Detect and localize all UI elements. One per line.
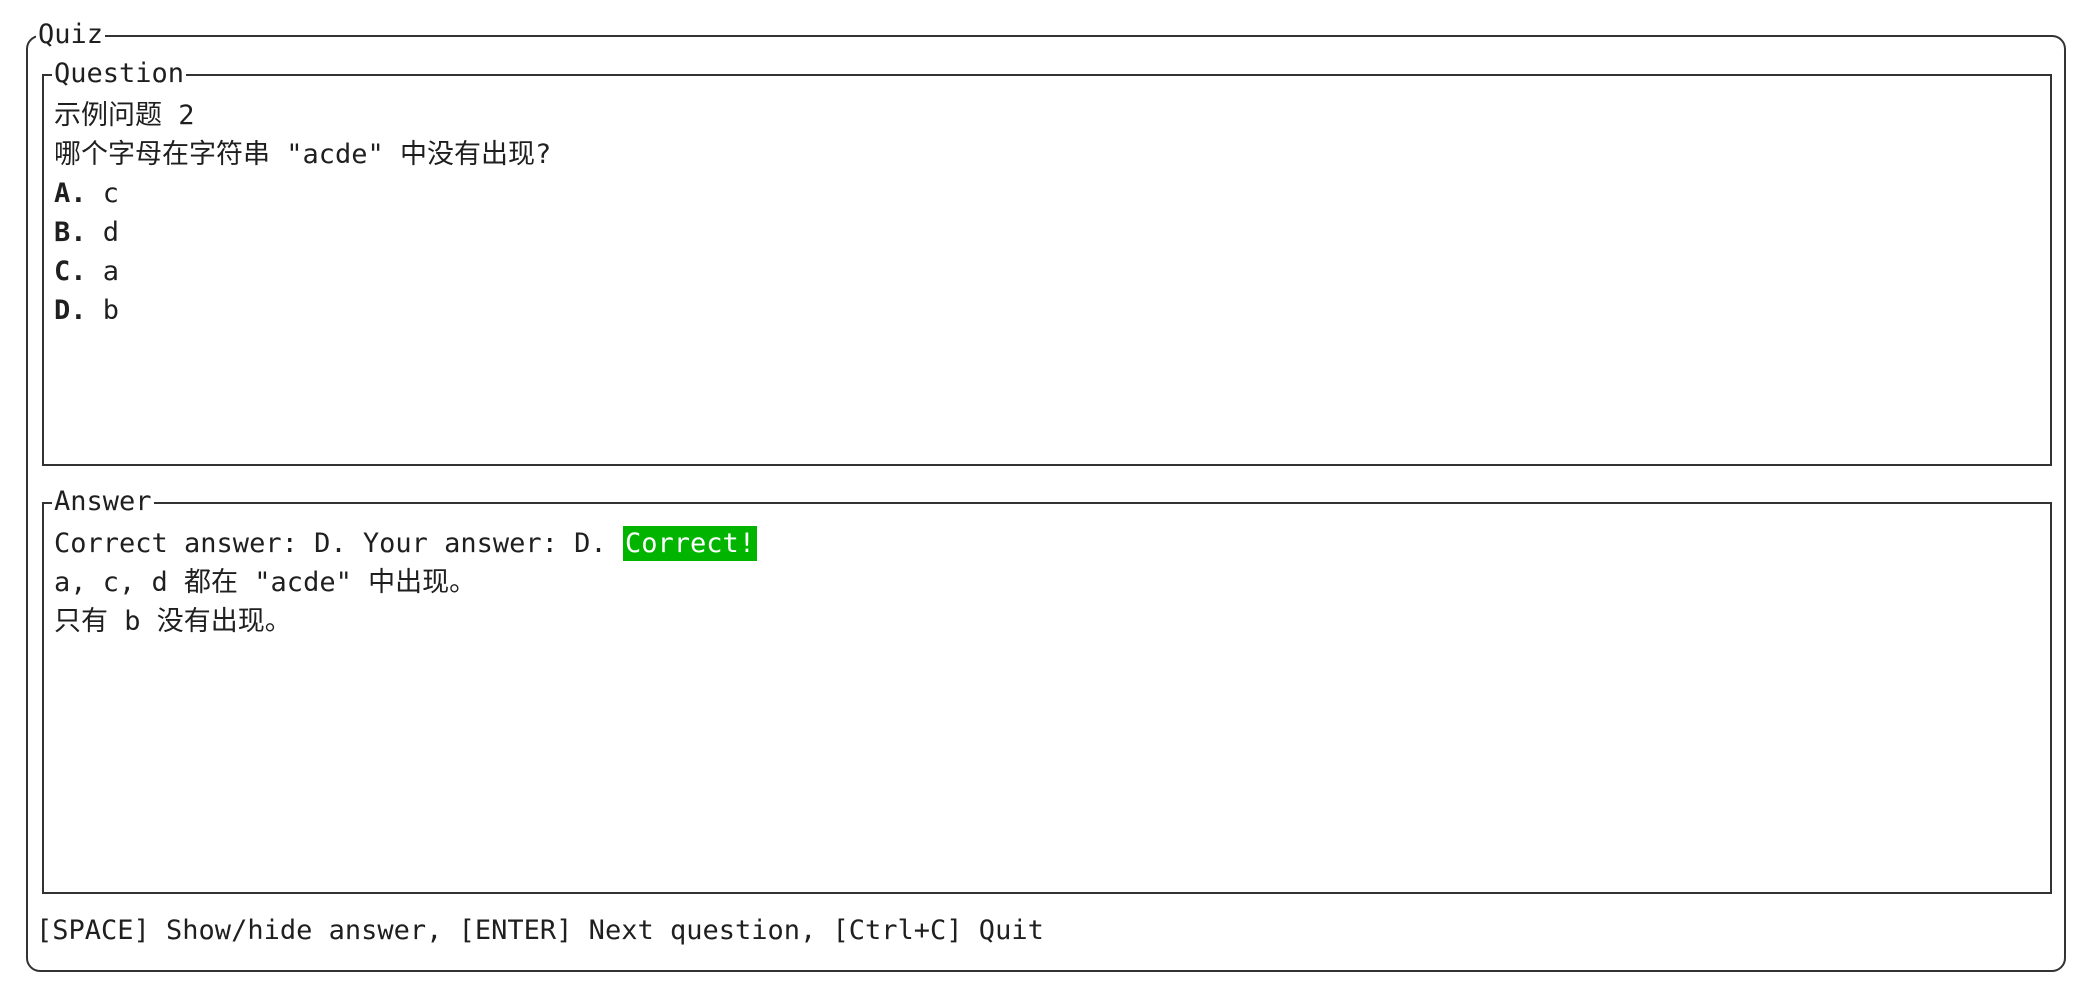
option-letter: D. xyxy=(54,295,87,326)
question-panel: Question 示例问题 2 哪个字母在字符串 "acde" 中没有出现? A… xyxy=(42,55,2052,466)
answer-panel-title: Answer xyxy=(52,483,154,521)
question-heading: 示例问题 2 xyxy=(54,100,195,131)
option-a[interactable]: A. c xyxy=(54,174,2040,213)
option-text: b xyxy=(102,295,120,326)
option-text: c xyxy=(102,178,120,209)
option-b[interactable]: B. d xyxy=(54,213,2040,252)
option-c[interactable]: C. a xyxy=(54,252,2040,291)
option-letter: B. xyxy=(54,217,87,248)
option-letter: C. xyxy=(54,256,87,287)
question-content: 示例问题 2 哪个字母在字符串 "acde" 中没有出现? A. c B. d … xyxy=(54,96,2040,330)
keybinding-hint: [SPACE] Show/hide answer, [ENTER] Next q… xyxy=(36,915,1044,946)
question-panel-title: Question xyxy=(52,55,187,93)
option-text: d xyxy=(102,217,120,248)
option-text: a xyxy=(102,256,120,287)
answer-content: Correct answer: D. Your answer: D. Corre… xyxy=(54,524,2040,641)
correct-badge: Correct! xyxy=(622,526,757,561)
option-letter: A. xyxy=(54,178,87,209)
answer-result-text: Correct answer: D. Your answer: D. xyxy=(54,528,607,559)
answer-result-line: Correct answer: D. Your answer: D. Corre… xyxy=(54,524,2040,563)
answer-explanation-line: a, c, d 都在 "acde" 中出现。 xyxy=(54,567,477,598)
quiz-title: Quiz xyxy=(36,16,106,54)
answer-panel: Answer Correct answer: D. Your answer: D… xyxy=(42,483,2052,894)
option-d[interactable]: D. b xyxy=(54,291,2040,330)
question-prompt: 哪个字母在字符串 "acde" 中没有出现? xyxy=(54,139,552,170)
answer-explanation-line: 只有 b 没有出现。 xyxy=(54,606,292,637)
